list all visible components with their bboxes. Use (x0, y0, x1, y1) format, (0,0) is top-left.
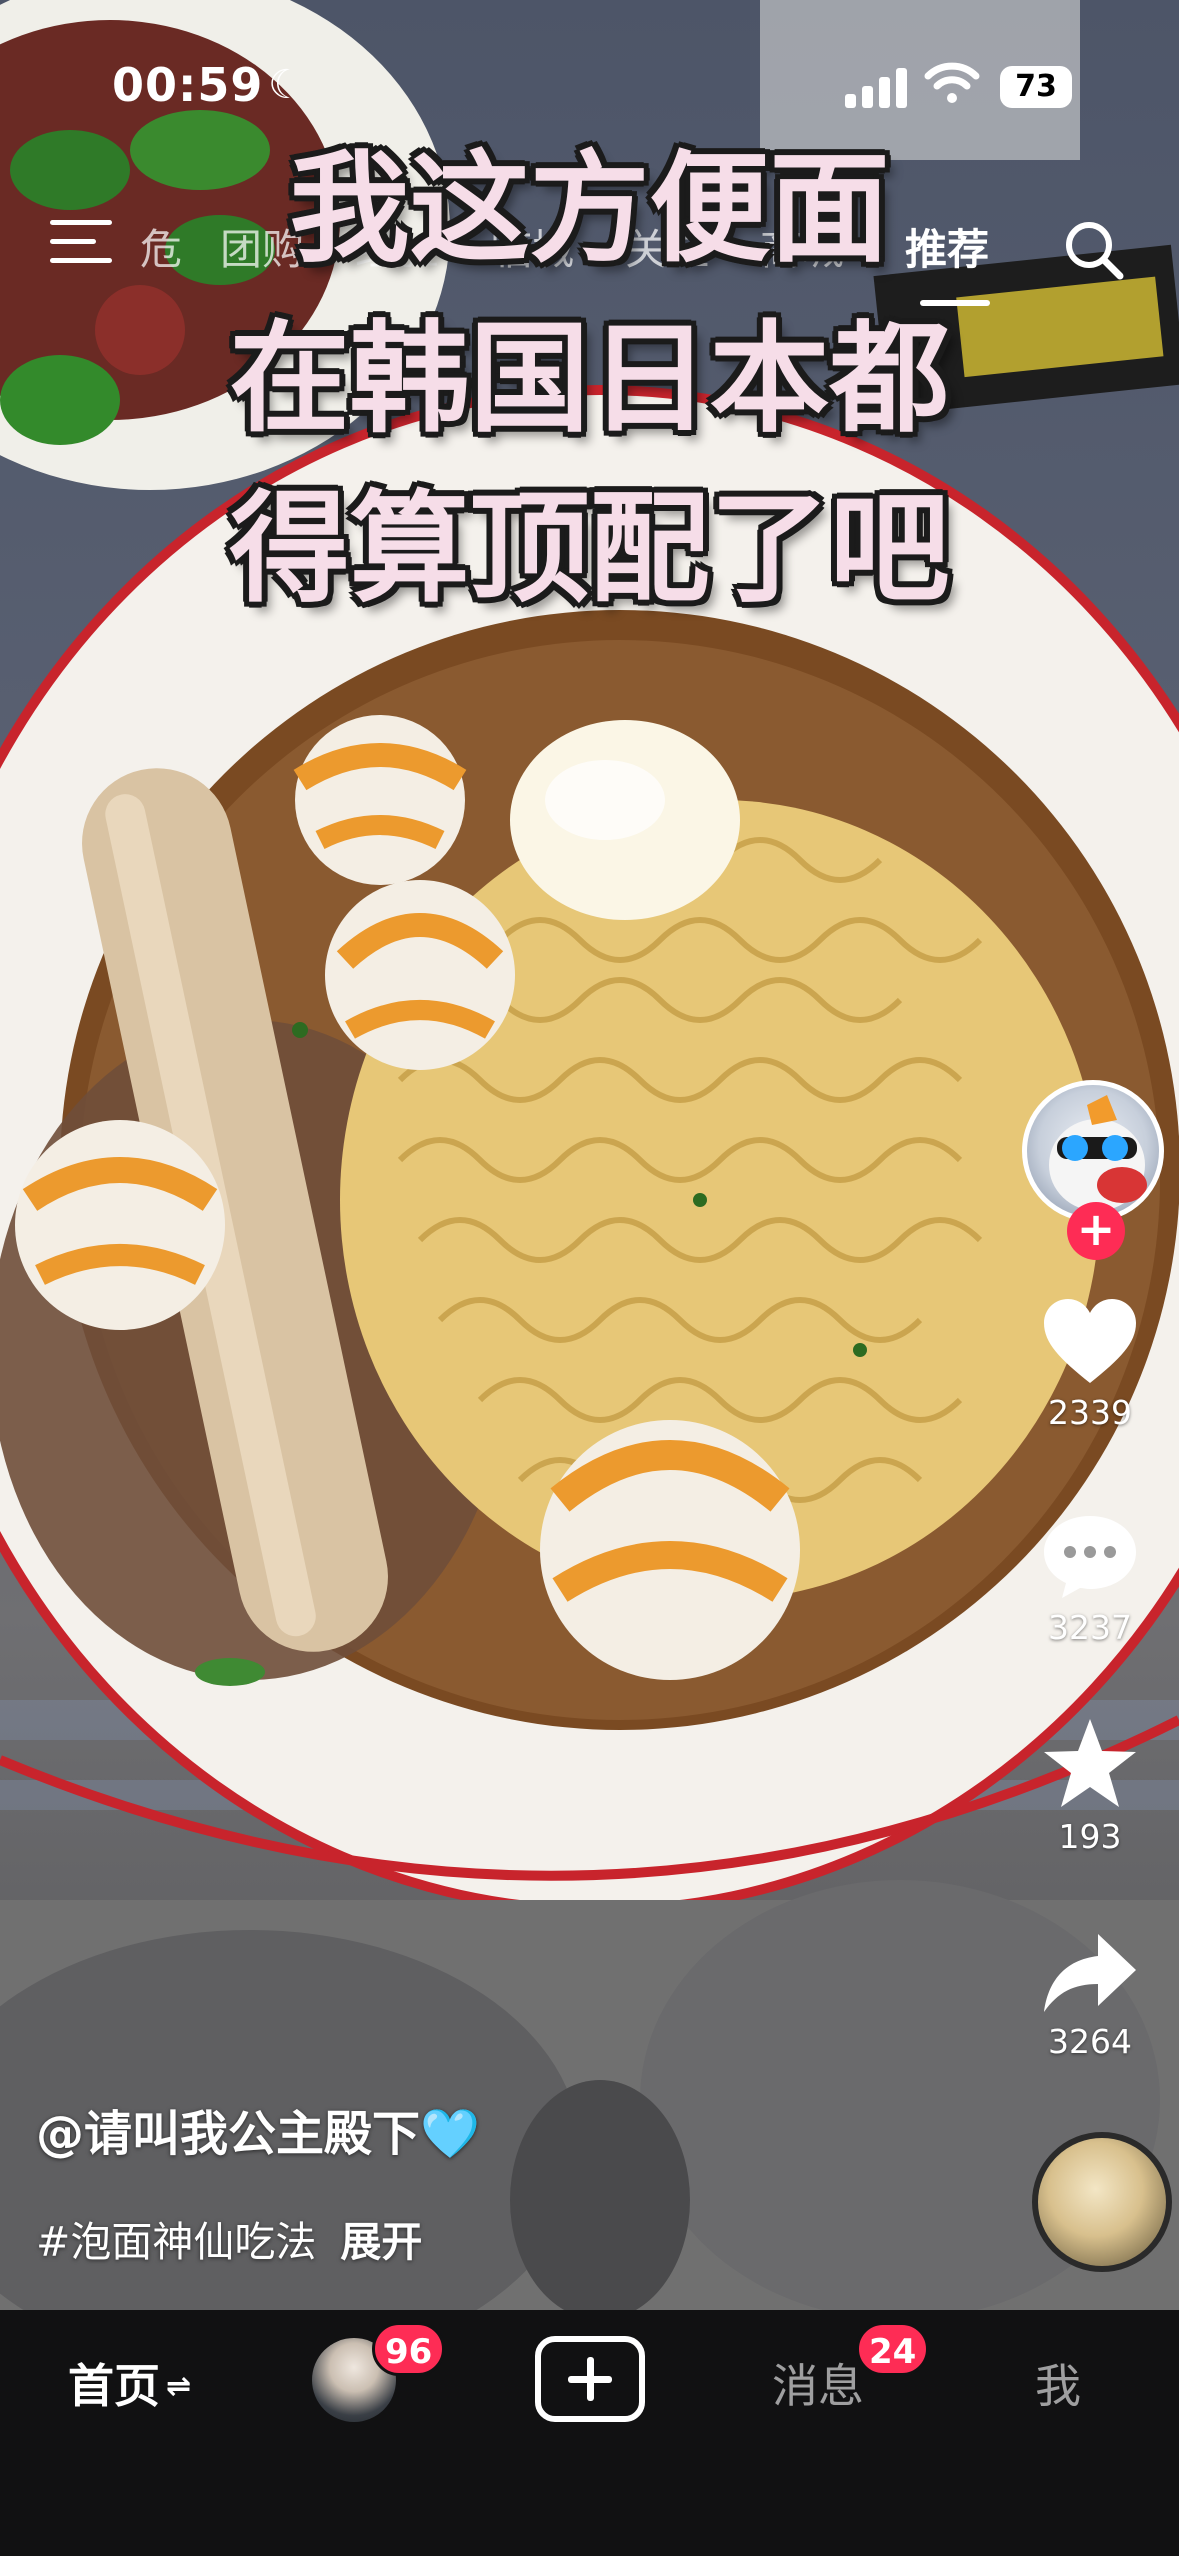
battery-indicator: 73 (1000, 66, 1072, 108)
friends-badge: 96 (372, 2322, 446, 2376)
messages-badge: 24 (856, 2322, 930, 2376)
bottom-tab-messages[interactable]: 消息 (772, 2350, 864, 2416)
share-button[interactable]: 3264 (1010, 1930, 1170, 2061)
plus-icon[interactable] (535, 2336, 645, 2422)
avatar-image (1049, 1095, 1147, 1211)
author-emoji: 🩵 (420, 2106, 480, 2162)
avatar[interactable] (1022, 1080, 1164, 1222)
bottom-tab-me[interactable]: 我 (1035, 2350, 1081, 2416)
overlay-line-3: 得算顶配了吧 (229, 480, 950, 619)
bottom-tab-home[interactable]: 首页 ⇌ (68, 2350, 191, 2416)
moon-icon: ☾ (268, 62, 304, 108)
heart-icon (1044, 1299, 1136, 1383)
favorite-count: 193 (1058, 1817, 1122, 1856)
author-name[interactable]: @请叫我公主殿下🩵 (36, 2094, 480, 2164)
comment-button[interactable]: 3237 (1010, 1510, 1170, 1647)
messages-label: 消息 (772, 2359, 864, 2413)
music-disc-icon[interactable] (1032, 2132, 1172, 2272)
comment-count: 3237 (1048, 1608, 1132, 1647)
hashtag-link[interactable]: #泡面神仙吃法 (36, 2218, 316, 2266)
like-count: 2339 (1048, 1393, 1132, 1432)
follow-plus-button[interactable]: + (1067, 1202, 1125, 1260)
favorite-button[interactable]: 193 (1010, 1715, 1170, 1856)
share-icon (1044, 1934, 1136, 2012)
video-description: #泡面神仙吃法 展开 (36, 2208, 422, 2268)
me-label: 我 (1035, 2359, 1081, 2413)
wifi-icon (924, 62, 980, 103)
overlay-line-1: 我这方便面 (289, 140, 890, 279)
signal-icon (845, 68, 909, 108)
star-icon (1044, 1719, 1136, 1807)
creator-avatar-button[interactable]: + (1022, 1080, 1164, 1260)
overlay-line-2: 在韩国日本都 (229, 310, 950, 449)
status-time: 00:59 (112, 58, 264, 112)
refresh-icon: ⇌ (166, 2369, 192, 2404)
home-label: 首页 (68, 2359, 160, 2413)
bottom-tab-bar: 首页 ⇌ 96 消息 24 我 (0, 2310, 1179, 2556)
expand-button[interactable]: 展开 (340, 2218, 422, 2266)
video-overlay-text: 我这方便面 在韩国日本都 得算顶配了吧 (0, 150, 1179, 660)
comment-icon (1044, 1516, 1136, 1598)
status-bar: 00:59 ☾ 73 (0, 40, 1179, 130)
share-count: 3264 (1048, 2022, 1132, 2061)
author-handle[interactable]: @请叫我公主殿下 (36, 2106, 420, 2162)
like-button[interactable]: 2339 (1010, 1295, 1170, 1432)
